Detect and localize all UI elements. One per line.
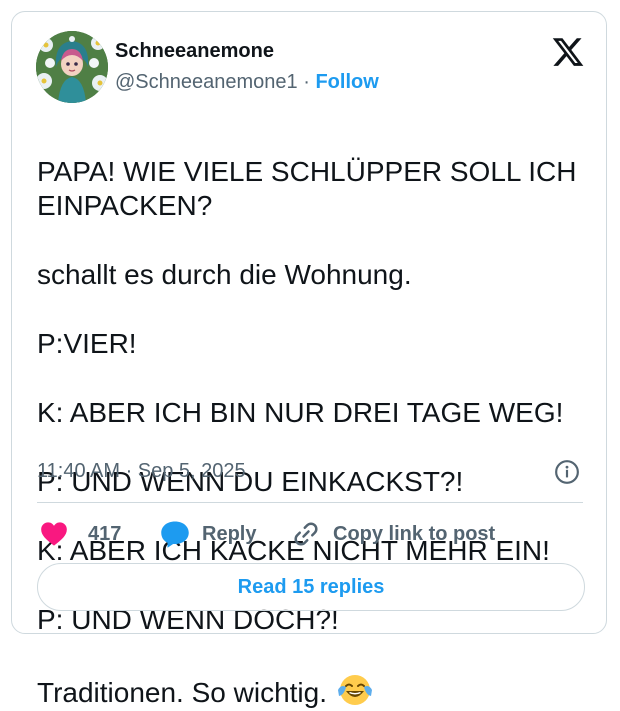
tweet-line: K: ABER ICH BIN NUR DREI TAGE WEG! bbox=[37, 397, 564, 428]
copy-link-label: Copy link to post bbox=[333, 522, 496, 545]
separator-dot: · bbox=[303, 71, 310, 93]
tweet-line: PAPA! WIE VIELE SCHLÜPPER SOLL ICH EINPA… bbox=[37, 155, 577, 222]
author-handle-row: @Schneeanemone1 · Follow bbox=[115, 70, 379, 94]
face-with-tears-of-joy-icon bbox=[337, 675, 372, 705]
tweet-line: Traditionen. So wichtig. bbox=[37, 677, 335, 708]
reply-button[interactable]: Reply bbox=[160, 518, 256, 550]
copy-link-button[interactable]: Copy link to post bbox=[291, 518, 495, 550]
follow-button[interactable]: Follow bbox=[315, 71, 378, 93]
read-replies-button[interactable]: Read 15 replies bbox=[37, 563, 585, 611]
heart-icon bbox=[41, 522, 67, 546]
tweet-text: PAPA! WIE VIELE SCHLÜPPER SOLL ICH EINPA… bbox=[37, 120, 597, 711]
like-button[interactable]: 417 bbox=[40, 518, 121, 550]
reply-label: Reply bbox=[202, 522, 257, 545]
avatar-illustration-icon bbox=[36, 31, 108, 103]
divider bbox=[37, 502, 583, 503]
timestamp-link[interactable]: 11:40 AM · Sep 5, 2025 bbox=[37, 459, 246, 483]
avatar[interactable] bbox=[36, 31, 108, 103]
author-handle[interactable]: @Schneeanemone1 bbox=[115, 71, 298, 93]
x-logo-icon[interactable] bbox=[550, 35, 586, 69]
tweet-line: P:VIER! bbox=[37, 328, 137, 359]
tweet-card: Schneeanemone @Schneeanemone1 · Follow P… bbox=[11, 11, 607, 708]
reply-bubble-icon bbox=[161, 521, 189, 548]
like-count: 417 bbox=[88, 522, 122, 545]
info-icon[interactable] bbox=[554, 459, 580, 485]
author-name[interactable]: Schneeanemone bbox=[115, 39, 274, 63]
link-icon bbox=[294, 522, 318, 546]
tweet-line: schallt es durch die Wohnung. bbox=[37, 259, 412, 290]
